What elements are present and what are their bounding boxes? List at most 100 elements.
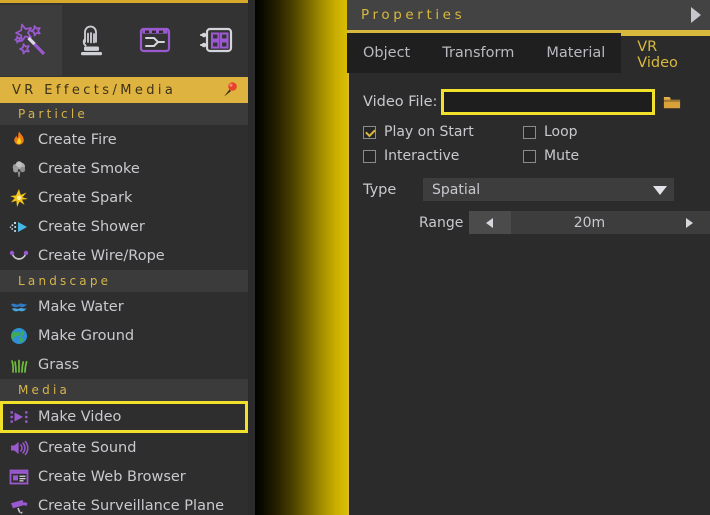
list-item-label: Create Sound (38, 440, 136, 456)
list-item-label: Make Water (38, 299, 124, 315)
globe-icon (8, 325, 30, 347)
smoke-icon (9, 159, 29, 179)
list-item-create-surveillance-plane[interactable]: Create Surveillance Plane (0, 491, 248, 515)
list-item-label: Create Smoke (38, 161, 140, 177)
tab-vr-video[interactable]: VR Video (621, 33, 710, 73)
list-item-create-sound[interactable]: Create Sound (0, 433, 248, 462)
browser-window-icon (9, 467, 29, 487)
list-item-create-wire-rope[interactable]: Create Wire/Rope (0, 241, 248, 270)
left-arrow-icon (484, 217, 496, 229)
magic-wand-icon (9, 18, 53, 62)
section-header-landscape: Landscape (0, 270, 248, 292)
type-dropdown[interactable]: Spatial (423, 178, 674, 201)
toolbar-button-magic-wand[interactable] (0, 5, 62, 76)
category-toolbar (0, 0, 248, 77)
panel-title-bar: VR Effects/Media (0, 77, 248, 103)
section-header-media: Media (0, 379, 248, 401)
collapse-right-arrow-icon[interactable] (684, 4, 706, 26)
speaker-icon (8, 437, 30, 459)
video-file-input[interactable] (441, 89, 655, 115)
water-icon (8, 296, 30, 318)
range-value: 20m (511, 211, 668, 234)
scene-viewport[interactable] (248, 0, 347, 515)
list-item-label: Make Video (38, 409, 121, 425)
checkbox-play-on-start-box[interactable] (363, 126, 376, 139)
list-item-make-water[interactable]: Make Water (0, 292, 248, 321)
browser-window-icon (8, 466, 30, 488)
pushpin-icon[interactable] (220, 80, 240, 100)
list-item-label: Create Web Browser (38, 469, 186, 485)
tab-object[interactable]: Object (347, 33, 426, 73)
grass-icon (9, 355, 29, 375)
list-item-label: Create Surveillance Plane (38, 498, 224, 514)
globe-icon (9, 326, 29, 346)
toolbar-button-panel-layout[interactable] (186, 5, 248, 76)
checkbox-interactive[interactable]: Interactive (363, 148, 523, 164)
properties-panel: Properties ObjectTransformMaterialVR Vid… (347, 0, 710, 515)
fire-icon (9, 130, 29, 150)
list-item-label: Create Fire (38, 132, 117, 148)
vr-video-form: Video File: Play on Start Loop (347, 73, 710, 234)
list-item-create-fire[interactable]: Create Fire (0, 125, 248, 154)
checkbox-loop-label: Loop (544, 124, 578, 140)
shower-icon (8, 216, 30, 238)
node-graph-icon (133, 18, 177, 62)
checkbox-play-on-start[interactable]: Play on Start (363, 124, 523, 140)
properties-header: Properties (347, 0, 710, 33)
video-file-row: Video File: (363, 89, 710, 115)
wire-rope-icon (9, 246, 29, 266)
folder-icon[interactable] (663, 94, 681, 110)
list-item-label: Grass (38, 357, 79, 373)
shower-icon (9, 217, 29, 237)
hand-press-icon (71, 18, 115, 62)
list-item-label: Create Shower (38, 219, 145, 235)
panel-title-label: VR Effects/Media (12, 83, 176, 98)
checkbox-interactive-box[interactable] (363, 150, 376, 163)
application-window: VR Effects/Media ParticleCreate FireCrea… (0, 0, 710, 515)
list-item-create-shower[interactable]: Create Shower (0, 212, 248, 241)
list-item-create-web-browser[interactable]: Create Web Browser (0, 462, 248, 491)
range-increment-button[interactable] (668, 211, 710, 234)
list-item-create-spark[interactable]: Create Spark (0, 183, 248, 212)
list-item-label: Create Spark (38, 190, 132, 206)
checkbox-row-2: Interactive Mute (363, 148, 710, 164)
toolbar-button-node-graph[interactable] (124, 5, 186, 76)
list-item-label: Make Ground (38, 328, 134, 344)
cctv-camera-icon (9, 496, 29, 515)
tab-material[interactable]: Material (530, 33, 621, 73)
viewport-render (255, 0, 347, 515)
checkbox-play-on-start-label: Play on Start (384, 124, 474, 140)
list-item-create-smoke[interactable]: Create Smoke (0, 154, 248, 183)
checkbox-loop[interactable]: Loop (523, 124, 578, 140)
checkbox-row-1: Play on Start Loop (363, 124, 710, 140)
video-file-label: Video File: (363, 94, 441, 110)
chevron-down-icon (652, 184, 668, 196)
range-stepper[interactable]: 20m (469, 211, 710, 234)
list-item-label: Create Wire/Rope (38, 248, 165, 264)
properties-title: Properties (361, 7, 465, 23)
type-label: Type (363, 182, 423, 198)
list-item-make-video[interactable]: Make Video (0, 401, 248, 433)
effects-item-list[interactable]: ParticleCreate FireCreate SmokeCreate Sp… (0, 103, 248, 515)
tab-transform[interactable]: Transform (426, 33, 530, 73)
checkbox-mute[interactable]: Mute (523, 148, 579, 164)
right-arrow-icon (683, 217, 695, 229)
vr-effects-media-panel: VR Effects/Media ParticleCreate FireCrea… (0, 0, 248, 515)
list-item-make-ground[interactable]: Make Ground (0, 321, 248, 350)
checkbox-interactive-label: Interactive (384, 148, 459, 164)
checkbox-loop-box[interactable] (523, 126, 536, 139)
smoke-icon (8, 158, 30, 180)
checkbox-mute-label: Mute (544, 148, 579, 164)
video-icon (9, 407, 29, 427)
grass-icon (8, 354, 30, 376)
range-decrement-button[interactable] (469, 211, 511, 234)
spark-icon (9, 188, 29, 208)
properties-tabs[interactable]: ObjectTransformMaterialVR Video (347, 33, 710, 73)
list-item-grass[interactable]: Grass (0, 350, 248, 379)
checkbox-mute-box[interactable] (523, 150, 536, 163)
fire-icon (8, 129, 30, 151)
panel-layout-icon (195, 18, 239, 62)
viewport-gutter (248, 0, 255, 515)
spark-icon (8, 187, 30, 209)
toolbar-button-hand-press[interactable] (62, 5, 124, 76)
